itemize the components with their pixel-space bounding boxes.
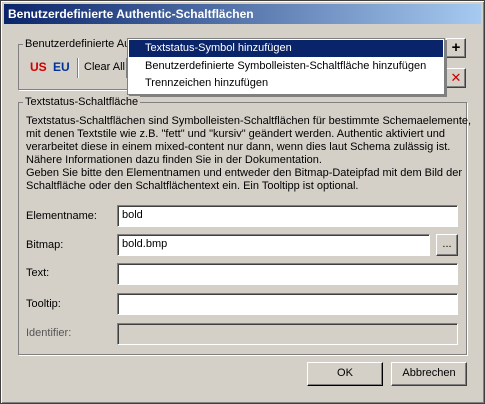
custom-buttons-group-label: Benutzerdefinierte Au [23,38,133,50]
bitmap-label: Bitmap: [26,239,64,251]
window-title: Benutzerdefinierte Authentic-Schaltfläch… [8,7,254,21]
delete-icon: ✕ [450,70,462,85]
element-name-label: Elementname: [26,210,97,222]
identifier-input [117,323,458,345]
bitmap-input[interactable]: bold.bmp [117,234,430,256]
delete-button[interactable]: ✕ [446,68,466,88]
flag-us-icon[interactable]: US [30,60,47,74]
clear-all-button[interactable]: Clear All [84,61,125,73]
cancel-button[interactable]: Abbrechen [391,362,467,386]
description-line: Textstatus-Schaltflächen sind Symbolleis… [26,115,472,127]
identifier-label: Identifier: [26,327,72,339]
ok-button[interactable]: OK [307,362,383,386]
browse-button[interactable]: ... [436,234,458,256]
menu-item-add-textstate[interactable]: Textstatus-Symbol hinzufügen [129,40,443,57]
description-line: mit denen Textstile wie z.B. "fett" und … [26,128,445,140]
description-text: Textstatus-Schaltflächen sind Symbolleis… [26,115,472,193]
description-line: Geben Sie bitte den Elementnamen und ent… [26,167,462,179]
plus-icon: + [451,39,461,56]
flag-eu-icon[interactable]: EU [53,60,70,74]
tooltip-label: Tooltip: [26,298,61,310]
description-line: verarbeitet diese in einem mixed-content… [26,141,451,153]
add-button[interactable]: + [446,38,466,58]
description-line: Schaltfläche oder den Schaltflächentext … [26,180,359,192]
title-bar[interactable]: Benutzerdefinierte Authentic-Schaltfläch… [4,4,481,24]
text-input[interactable] [117,263,458,285]
textstate-group-label: Textstatus-Schaltfläche [23,96,141,108]
toolbar-separator [77,58,78,78]
element-name-input[interactable]: bold [117,205,458,227]
add-menu-dropdown: Textstatus-Symbol hinzufügen Benutzerdef… [127,38,445,95]
tooltip-input[interactable] [117,293,458,315]
dialog-window: Benutzerdefinierte Authentic-Schaltfläch… [0,0,485,404]
text-label: Text: [26,267,50,279]
description-line: Nähere Informationen dazu finden Sie in … [26,154,322,166]
menu-item-add-separator[interactable]: Trennzeichen hinzufügen [129,75,443,92]
menu-item-add-toolbar-button[interactable]: Benutzerdefinierte Symbolleisten-Schaltf… [129,58,443,75]
